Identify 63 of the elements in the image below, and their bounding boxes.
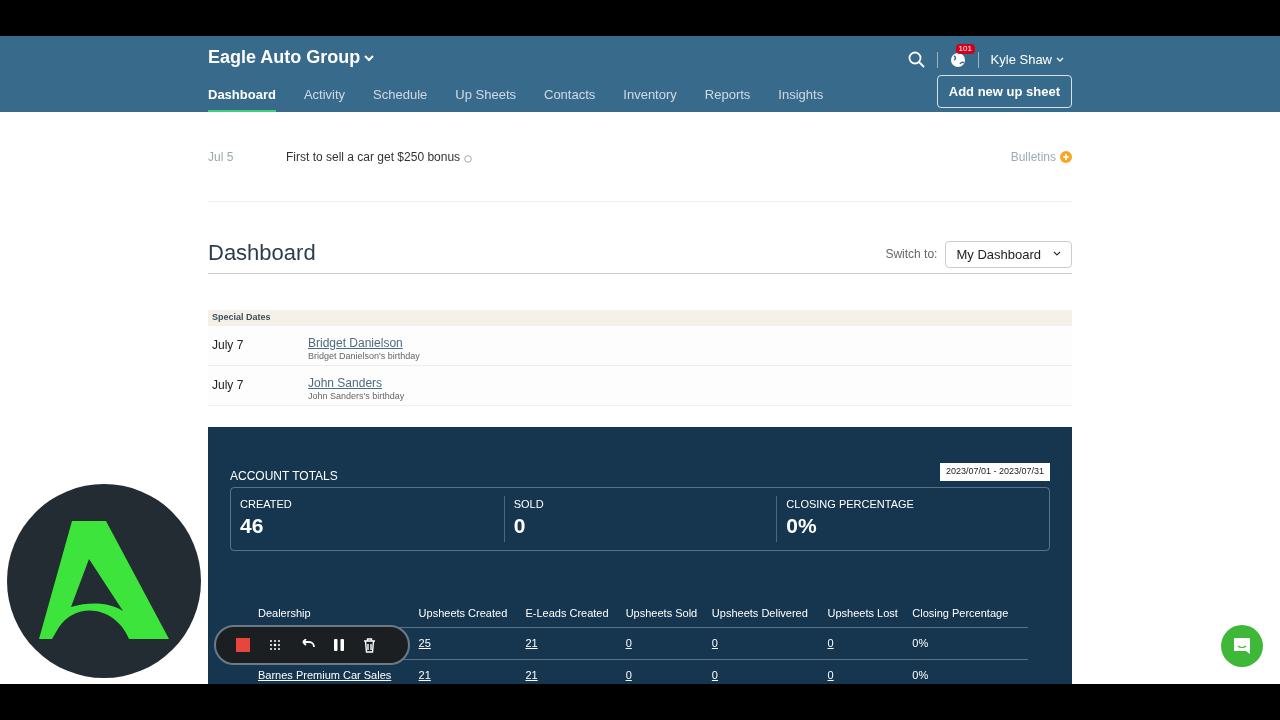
nav-tab[interactable]: Contacts: [544, 84, 596, 112]
person-link[interactable]: John Sanders: [308, 376, 383, 390]
stat-value: 0%: [786, 513, 818, 539]
chevron-icon: [364, 53, 375, 62]
column-header: Upsheets Lost: [827, 606, 898, 619]
nav-tab[interactable]: Activity: [303, 84, 346, 112]
search-icon[interactable]: [907, 51, 925, 69]
column-header: Upsheets Delivered: [711, 606, 808, 619]
user-menu[interactable]: Kyle Shaw: [990, 50, 1064, 70]
count-link[interactable]: 21: [418, 669, 431, 682]
column-header: Closing Percentage: [912, 606, 1009, 619]
section-title: ACCOUNT TOTALS: [230, 467, 338, 485]
person-link[interactable]: Bridget Danielson: [308, 336, 403, 350]
count-link[interactable]: 21: [525, 637, 538, 650]
chat-icon: [1232, 636, 1252, 656]
table-cell: 0%: [912, 637, 929, 650]
notification-badge: 101: [955, 43, 975, 54]
section-header: Special Dates: [212, 311, 271, 325]
chevron-icon: [1053, 251, 1061, 258]
nav-tab[interactable]: Dashboard: [208, 84, 276, 112]
column-header: Upsheets Sold: [625, 606, 698, 619]
globe-icon[interactable]: [949, 51, 966, 68]
grid-icon[interactable]: [268, 638, 282, 652]
trash-icon[interactable]: [363, 637, 376, 653]
stat-label: CLOSING PERCENTAGE: [786, 496, 915, 512]
count-link[interactable]: 21: [525, 669, 538, 682]
nav-tab[interactable]: Reports: [704, 84, 751, 112]
count-link[interactable]: 25: [418, 637, 431, 650]
stat-value: 46: [240, 513, 265, 539]
nav-tab[interactable]: Inventory: [623, 84, 677, 112]
switch-label: Switch to:: [885, 246, 938, 264]
count-link[interactable]: 0: [711, 637, 718, 650]
pause-icon[interactable]: [333, 638, 345, 652]
count-link[interactable]: 0: [711, 669, 718, 682]
dashboard-select[interactable]: My Dashboard: [945, 240, 1072, 268]
dealership-link[interactable]: Barnes Premium Car Sales: [258, 669, 392, 682]
count-link[interactable]: 0: [827, 669, 834, 682]
stat-label: CREATED: [240, 496, 293, 512]
page-title: Dashboard: [208, 239, 316, 267]
date-range[interactable]: 2023/07/01 - 2023/07/31: [939, 463, 1050, 481]
nav-tab[interactable]: Schedule: [373, 84, 428, 112]
add-up-sheet-button[interactable]: Add new up sheet: [936, 74, 1072, 108]
stat-value: 0: [513, 513, 527, 539]
column-header: E-Leads Created: [525, 606, 609, 619]
date-text: July 7: [212, 337, 245, 354]
bulletin-date: Jul 5: [208, 148, 235, 166]
nav-tab[interactable]: Insights: [778, 84, 824, 112]
chevron-icon: [1056, 56, 1064, 63]
count-link[interactable]: 0: [827, 637, 834, 650]
birthday-note: Bridget Danielson's birthday: [308, 350, 420, 363]
table-cell: 0%: [912, 669, 929, 682]
date-text: July 7: [212, 377, 245, 394]
column-header: Dealership: [258, 606, 311, 619]
logo-icon: [39, 521, 169, 641]
org-switcher[interactable]: Eagle Auto Group: [208, 44, 824, 71]
column-header: Upsheets Created: [418, 606, 508, 619]
stat-label: SOLD: [513, 496, 545, 512]
birthday-note: John Sanders's birthday: [308, 390, 405, 403]
bulletin-text: First to sell a car get $250 bonus: [286, 148, 461, 166]
nav-tab[interactable]: Up Sheets: [455, 84, 516, 112]
count-link[interactable]: 0: [625, 669, 632, 682]
count-link[interactable]: 0: [625, 637, 632, 650]
chat-button[interactable]: [1221, 625, 1263, 667]
